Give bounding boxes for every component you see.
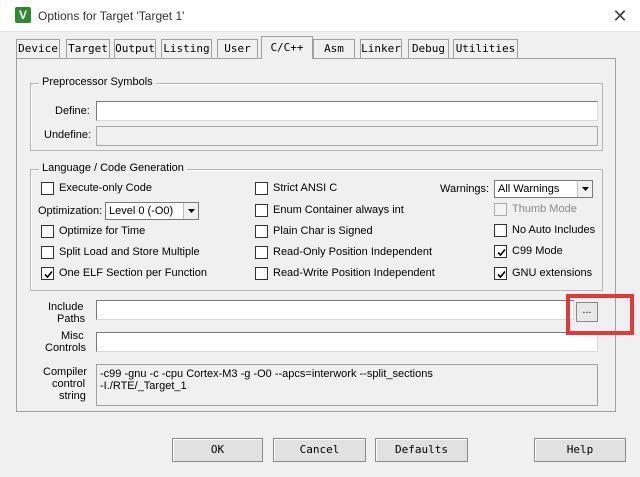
- annotation-highlight-box: [566, 294, 634, 335]
- rw-position-independent-label: Read-Write Position Independent: [273, 267, 435, 279]
- preprocessor-group-title: Preprocessor Symbols: [39, 76, 156, 88]
- thumb-mode-checkbox: [494, 203, 507, 216]
- defaults-button[interactable]: Defaults: [375, 438, 468, 462]
- split-load-checkbox[interactable]: [41, 246, 54, 259]
- include-paths-label-1: Include: [48, 301, 84, 313]
- tab-linker[interactable]: Linker: [360, 39, 402, 58]
- tab-output[interactable]: Output: [114, 39, 156, 58]
- plain-char-checkbox[interactable]: [255, 225, 268, 238]
- tab-user[interactable]: User: [217, 39, 258, 58]
- undefine-input: [96, 126, 598, 146]
- compiler-label-3: string: [59, 390, 86, 402]
- execute-only-label: Execute-only Code: [59, 182, 152, 194]
- misc-controls-input[interactable]: [96, 332, 598, 352]
- warnings-label: Warnings:: [440, 183, 490, 195]
- optimization-value: Level 0 (-O0): [109, 205, 174, 217]
- close-icon: ✕: [612, 6, 628, 26]
- ro-position-independent-label: Read-Only Position Independent: [273, 246, 432, 258]
- compiler-control-string[interactable]: -c99 -gnu -c -cpu Cortex-M3 -g -O0 --apc…: [96, 364, 598, 406]
- check-icon: [44, 270, 53, 279]
- compiler-line-2: -I./RTE/_Target_1: [100, 380, 187, 392]
- misc-controls-label-2: Controls: [45, 342, 86, 354]
- c-cpp-panel: Preprocessor Symbols Define: Undefine: L…: [16, 58, 616, 412]
- optimization-select[interactable]: Level 0 (-O0): [105, 202, 199, 220]
- one-elf-label: One ELF Section per Function: [59, 267, 207, 279]
- optimize-time-label: Optimize for Time: [59, 225, 146, 237]
- tab-listing[interactable]: Listing: [161, 39, 212, 58]
- chevron-down-icon: [183, 203, 198, 219]
- plain-char-label: Plain Char is Signed: [273, 225, 373, 237]
- close-button[interactable]: ✕: [600, 0, 640, 32]
- tab-asm[interactable]: Asm: [313, 39, 355, 58]
- warnings-select[interactable]: All Warnings: [494, 180, 593, 198]
- ro-position-independent-checkbox[interactable]: [255, 246, 268, 259]
- gnu-extensions-label: GNU extensions: [512, 267, 593, 279]
- compiler-label-1: Compiler: [43, 366, 88, 378]
- include-paths-input[interactable]: [96, 300, 574, 320]
- split-load-label: Split Load and Store Multiple: [59, 246, 200, 258]
- c99-mode-checkbox[interactable]: [494, 245, 507, 258]
- include-paths-label-2: Paths: [57, 313, 86, 325]
- help-button[interactable]: Help: [534, 438, 626, 462]
- define-input[interactable]: [96, 101, 598, 121]
- strict-ansi-label: Strict ANSI C: [273, 182, 338, 194]
- ok-button[interactable]: OK: [172, 438, 263, 462]
- language-group-title: Language / Code Generation: [39, 162, 187, 174]
- title-bar: V Options for Target 'Target 1' ✕: [0, 0, 640, 32]
- one-elf-checkbox[interactable]: [41, 267, 54, 280]
- tab-debug[interactable]: Debug: [408, 39, 449, 58]
- keil-app-icon: V: [15, 7, 31, 23]
- check-icon: [497, 270, 506, 279]
- compiler-line-1: -c99 -gnu -c -cpu Cortex-M3 -g -O0 --apc…: [100, 368, 433, 380]
- tab-device[interactable]: Device: [16, 39, 60, 58]
- warnings-value: All Warnings: [498, 183, 560, 195]
- no-auto-includes-checkbox[interactable]: [494, 224, 507, 237]
- optimization-label: Optimization:: [38, 205, 103, 217]
- execute-only-checkbox[interactable]: [41, 182, 54, 195]
- window-title: Options for Target 'Target 1': [38, 9, 185, 23]
- tab-c-cpp[interactable]: C/C++: [261, 36, 313, 59]
- thumb-mode-label: Thumb Mode: [512, 203, 577, 215]
- tab-utilities[interactable]: Utilities: [453, 39, 518, 58]
- enum-container-label: Enum Container always int: [273, 204, 404, 216]
- undefine-label: Undefine:: [44, 129, 92, 141]
- strict-ansi-checkbox[interactable]: [255, 182, 268, 195]
- enum-container-checkbox[interactable]: [255, 204, 268, 217]
- compiler-label-2: control: [52, 378, 86, 390]
- c99-mode-label: C99 Mode: [512, 245, 563, 257]
- optimize-time-checkbox[interactable]: [41, 225, 54, 238]
- cancel-button[interactable]: Cancel: [273, 438, 366, 462]
- rw-position-independent-checkbox[interactable]: [255, 267, 268, 280]
- misc-controls-label-1: Misc: [61, 330, 84, 342]
- chevron-down-icon: [577, 181, 592, 197]
- no-auto-includes-label: No Auto Includes: [512, 224, 596, 236]
- tab-target[interactable]: Target: [66, 39, 110, 58]
- check-icon: [497, 248, 506, 257]
- gnu-extensions-checkbox[interactable]: [494, 267, 507, 280]
- define-label: Define:: [55, 105, 90, 117]
